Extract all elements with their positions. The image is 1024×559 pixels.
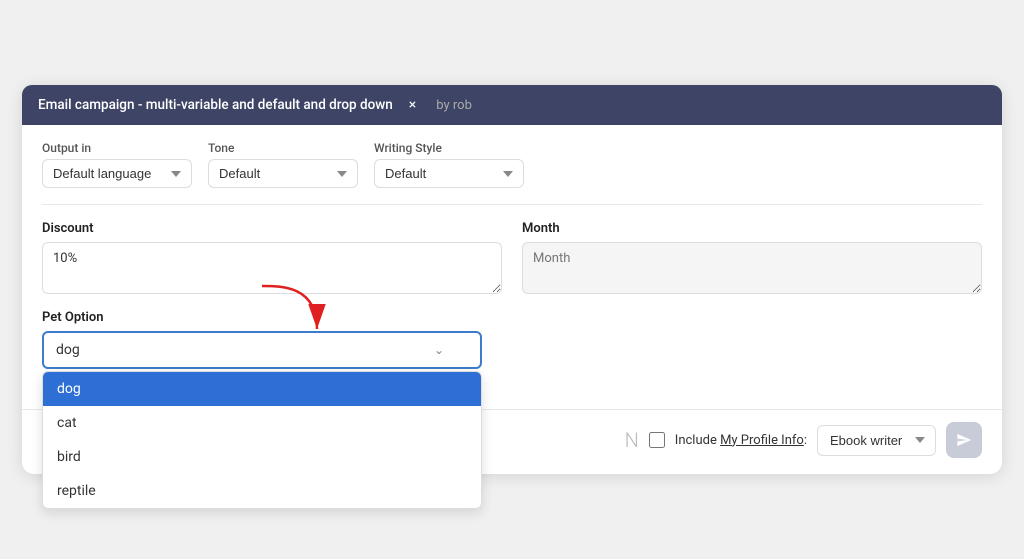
include-label: Include My Profile Info:: [675, 433, 807, 448]
n-label: N: [625, 428, 639, 452]
pet-selected-value: dog: [56, 342, 80, 358]
dropdown-item-cat[interactable]: cat: [43, 406, 481, 440]
pet-option-label: Pet Option: [42, 310, 982, 325]
discount-label: Discount: [42, 221, 502, 236]
tone-select[interactable]: Default Formal Casual Friendly: [208, 159, 358, 188]
send-icon: [956, 432, 972, 448]
dropdown-item-bird[interactable]: bird: [43, 440, 481, 474]
toolbar: Output in Default language English Spani…: [42, 141, 982, 205]
tab-label: Email campaign - multi-variable and defa…: [38, 97, 393, 113]
discount-textarea[interactable]: 10%: [42, 242, 502, 294]
include-checkbox[interactable]: [649, 432, 665, 448]
pet-dropdown-menu: dog cat bird reptile: [42, 371, 482, 509]
tone-label: Tone: [208, 141, 358, 155]
card-header: Email campaign - multi-variable and defa…: [22, 85, 1002, 125]
chevron-down-icon: ⌄: [434, 343, 444, 357]
discount-group: Discount 10%: [42, 221, 502, 294]
include-text: Include: [675, 433, 720, 448]
pet-dropdown-wrapper: dog ⌄ dog cat bird reptile: [42, 331, 482, 369]
send-button[interactable]: [946, 422, 982, 458]
style-group: Writing Style Default Academic Business …: [374, 141, 524, 188]
main-card: Email campaign - multi-variable and defa…: [22, 85, 1002, 474]
dropdown-item-reptile[interactable]: reptile: [43, 474, 481, 508]
month-textarea[interactable]: [522, 242, 982, 294]
output-group: Output in Default language English Spani…: [42, 141, 192, 188]
style-label: Writing Style: [374, 141, 524, 155]
month-label: Month: [522, 221, 982, 236]
writer-select[interactable]: Ebook writer Blog writer Copywriter: [817, 425, 936, 456]
month-group: Month: [522, 221, 982, 294]
dropdown-item-dog[interactable]: dog: [43, 372, 481, 406]
close-icon[interactable]: ×: [409, 97, 416, 113]
my-profile-info-link[interactable]: My Profile Info: [720, 433, 804, 448]
include-suffix: :: [804, 433, 807, 448]
fields-row: Discount 10% Month: [42, 221, 982, 294]
output-select[interactable]: Default language English Spanish French: [42, 159, 192, 188]
card-body: Output in Default language English Spani…: [22, 125, 1002, 401]
style-select[interactable]: Default Academic Business Creative: [374, 159, 524, 188]
tone-group: Tone Default Formal Casual Friendly: [208, 141, 358, 188]
pet-option-section: Pet Option dog ⌄ dog: [42, 310, 982, 369]
pet-dropdown-selected[interactable]: dog ⌄: [42, 331, 482, 369]
by-label: by rob: [436, 98, 472, 113]
output-label: Output in: [42, 141, 192, 155]
